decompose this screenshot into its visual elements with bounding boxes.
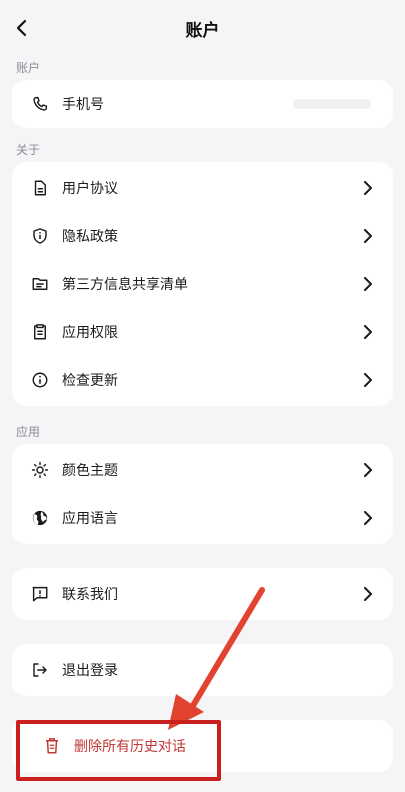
phone-row[interactable]: 手机号 <box>12 80 393 128</box>
logout-row[interactable]: 退出登录 <box>12 646 393 694</box>
app-card: 颜色主题 应用语言 <box>12 444 393 544</box>
chevron-right-icon <box>361 587 375 601</box>
logout-icon <box>30 660 50 680</box>
user-agreement-label: 用户协议 <box>62 181 118 197</box>
chevron-right-icon <box>361 325 375 339</box>
contact-us-label: 联系我们 <box>62 587 118 603</box>
contact-card: 联系我们 <box>12 568 393 620</box>
check-update-row[interactable]: 检查更新 <box>12 356 393 404</box>
contact-us-row[interactable]: 联系我们 <box>12 570 393 618</box>
color-theme-label: 颜色主题 <box>62 463 118 479</box>
clipboard-icon <box>30 322 50 342</box>
section-label-app: 应用 <box>16 425 41 439</box>
globe-icon <box>30 508 50 528</box>
message-alert-icon <box>30 584 50 604</box>
app-language-row[interactable]: 应用语言 <box>12 494 393 542</box>
about-card: 用户协议 隐私政策 第三方信息共享清单 应用权限 检查更新 <box>12 162 393 406</box>
chevron-left-icon <box>16 19 27 37</box>
section-label-about: 关于 <box>16 143 41 157</box>
back-button[interactable] <box>10 16 34 40</box>
user-agreement-row[interactable]: 用户协议 <box>12 164 393 212</box>
chevron-right-icon <box>361 511 375 525</box>
privacy-policy-label: 隐私政策 <box>62 229 118 245</box>
chevron-right-icon <box>361 277 375 291</box>
trash-icon <box>42 736 62 756</box>
delete-all-history-label: 删除所有历史对话 <box>74 739 186 755</box>
top-bar: 账户 <box>0 0 405 56</box>
info-circle-icon <box>30 370 50 390</box>
logout-card: 退出登录 <box>12 644 393 696</box>
chevron-right-icon <box>361 463 375 477</box>
phone-value-masked <box>293 99 371 109</box>
chevron-right-icon <box>361 181 375 195</box>
app-language-label: 应用语言 <box>62 511 118 527</box>
delete-card: 删除所有历史对话 <box>12 720 393 772</box>
chevron-right-icon <box>361 373 375 387</box>
document-icon <box>30 178 50 198</box>
phone-icon <box>30 94 50 114</box>
account-card: 手机号 <box>12 80 393 128</box>
app-permissions-label: 应用权限 <box>62 325 118 341</box>
logout-label: 退出登录 <box>62 663 118 679</box>
third-party-share-list-label: 第三方信息共享清单 <box>62 277 188 293</box>
privacy-policy-row[interactable]: 隐私政策 <box>12 212 393 260</box>
account-settings-screen: 账户 账户 手机号 关于 用户协议 隐私政策 第三方信息共享清单 应用权限 检查… <box>0 0 405 792</box>
check-update-label: 检查更新 <box>62 373 118 389</box>
chevron-right-icon <box>361 229 375 243</box>
third-party-share-list-row[interactable]: 第三方信息共享清单 <box>12 260 393 308</box>
color-theme-row[interactable]: 颜色主题 <box>12 446 393 494</box>
folder-list-icon <box>30 274 50 294</box>
page-title: 账户 <box>185 20 220 41</box>
phone-label: 手机号 <box>62 97 104 113</box>
app-permissions-row[interactable]: 应用权限 <box>12 308 393 356</box>
delete-all-history-row[interactable]: 删除所有历史对话 <box>12 722 393 770</box>
sun-icon <box>30 460 50 480</box>
shield-info-icon <box>30 226 50 246</box>
section-label-account: 账户 <box>16 61 41 75</box>
